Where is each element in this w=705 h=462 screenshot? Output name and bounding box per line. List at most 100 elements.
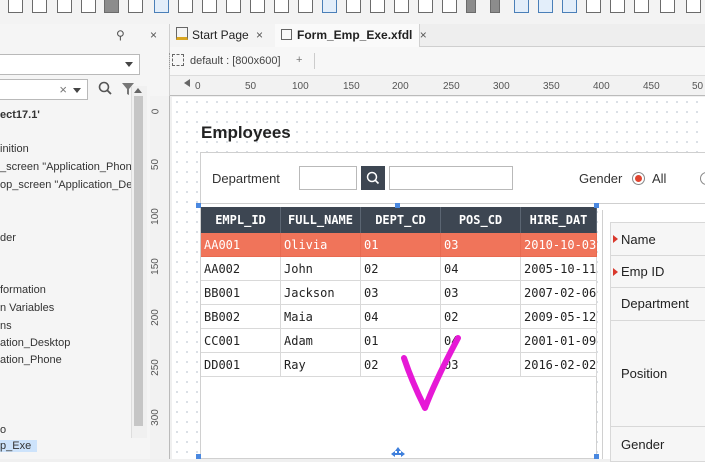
toolbar-icon-24[interactable] xyxy=(562,0,577,13)
toolbar-icon-5[interactable] xyxy=(104,0,119,13)
tree-item[interactable]: ation_Phone xyxy=(0,354,62,366)
grid-cell[interactable]: Adam xyxy=(281,329,361,353)
grid-cell[interactable]: 04 xyxy=(361,305,441,329)
grid-cell[interactable]: Olivia xyxy=(281,233,361,257)
detail-row-position[interactable]: Position xyxy=(610,321,705,427)
toolbar-icon-15[interactable] xyxy=(346,0,361,13)
grid-cell[interactable]: 2007-02-06 xyxy=(521,281,597,305)
tree-scrollbar-thumb[interactable] xyxy=(134,96,143,426)
list-tool-icon[interactable] xyxy=(226,0,241,13)
tree-item[interactable]: op_screen "Application_Des xyxy=(0,179,138,191)
checkbox-tool-icon[interactable] xyxy=(202,0,217,13)
project-dropdown[interactable] xyxy=(0,54,140,75)
toolbar-icon-23[interactable] xyxy=(538,0,553,13)
grid-cell[interactable]: 03 xyxy=(441,281,521,305)
move-handle-icon[interactable] xyxy=(391,447,405,459)
toolbar-icon-18[interactable] xyxy=(418,0,433,13)
resize-handle[interactable] xyxy=(594,203,599,208)
resize-handle[interactable] xyxy=(395,203,400,208)
toolbar-icon-20[interactable] xyxy=(466,0,476,13)
grid-cell[interactable]: BB002 xyxy=(201,305,281,329)
gender-all-radio[interactable] xyxy=(632,172,645,185)
search-panel[interactable]: Department Gender All xyxy=(200,152,705,204)
add-screen-button[interactable]: + xyxy=(296,54,302,66)
toolbar-icon-14[interactable] xyxy=(322,0,337,13)
toolbar-icon-1[interactable] xyxy=(8,0,23,13)
toolbar-icon-6[interactable] xyxy=(128,0,143,13)
detail-row-emp-id[interactable]: Emp ID xyxy=(610,256,705,288)
close-tab-icon[interactable]: × xyxy=(420,28,427,42)
toolbar-icon-12[interactable] xyxy=(274,0,289,13)
department-search-button[interactable] xyxy=(361,166,385,190)
toolbar-icon-8[interactable] xyxy=(178,0,193,13)
grid-tool-icon[interactable] xyxy=(250,0,265,13)
toolbar-icon-26[interactable] xyxy=(610,0,625,13)
search-icon[interactable] xyxy=(98,81,112,97)
grid-cell[interactable]: 01 xyxy=(361,233,441,257)
close-panel-icon[interactable]: × xyxy=(150,28,157,42)
grid-cell[interactable]: AA002 xyxy=(201,257,281,281)
screen-size-label[interactable]: default : [800x600] xyxy=(190,55,281,67)
toolbar-icon-2[interactable] xyxy=(32,0,47,13)
grid-cell[interactable]: 2016-02-02 xyxy=(521,353,597,377)
grid-cell[interactable]: BB001 xyxy=(201,281,281,305)
grid-cell[interactable]: John xyxy=(281,257,361,281)
grid-cell[interactable]: 02 xyxy=(361,257,441,281)
clear-icon[interactable]: × xyxy=(59,82,67,97)
grid-cell[interactable]: 03 xyxy=(441,233,521,257)
tree-item[interactable]: formation xyxy=(0,284,46,296)
toolbar-icon-21[interactable] xyxy=(490,0,500,13)
detail-row-name[interactable]: Name xyxy=(610,222,705,256)
grid-cell[interactable]: 2010-10-03 xyxy=(521,233,597,257)
column-header-hire-date[interactable]: HIRE_DAT xyxy=(521,207,597,233)
tab-start-page[interactable]: Start Page × xyxy=(170,24,275,47)
toolbar-icon-27[interactable] xyxy=(634,0,649,13)
grid-cell[interactable]: DD001 xyxy=(201,353,281,377)
calendar-tool-icon[interactable] xyxy=(394,0,409,13)
tree-item-selected[interactable]: p_Exe xyxy=(0,440,38,452)
toolbar-icon-7[interactable] xyxy=(154,0,169,13)
tab-form-emp-exe[interactable]: Form_Emp_Exe.xfdl × xyxy=(275,24,427,47)
toolbar-icon-16[interactable] xyxy=(370,0,385,13)
gender-radio[interactable] xyxy=(700,172,705,185)
tree-project-root[interactable]: ect17.1' xyxy=(0,109,40,121)
department-code-input[interactable] xyxy=(299,166,357,190)
grid-cell[interactable]: Jackson xyxy=(281,281,361,305)
toolbar-icon-13[interactable] xyxy=(298,0,313,13)
grid-cell[interactable]: 03 xyxy=(361,281,441,305)
toolbar-icon-22[interactable] xyxy=(514,0,529,13)
tree-item[interactable]: o xyxy=(0,424,6,436)
grid-cell[interactable]: Ray xyxy=(281,353,361,377)
toolbar-icon-4[interactable] xyxy=(81,0,96,13)
detail-row-gender[interactable]: Gender xyxy=(610,427,705,462)
grid-cell[interactable]: 2001-01-09 xyxy=(521,329,597,353)
resize-handle[interactable] xyxy=(196,203,201,208)
toolbar-icon-29[interactable] xyxy=(686,0,701,13)
detail-row-department[interactable]: Department xyxy=(610,288,705,321)
tree-item[interactable]: inition xyxy=(0,143,29,155)
grid-cell[interactable]: 04 xyxy=(441,257,521,281)
column-header-empl-id[interactable]: EMPL_ID xyxy=(201,207,281,233)
grid-cell[interactable]: 2009-05-12 xyxy=(521,305,597,329)
column-header-pos-cd[interactable]: POS_CD xyxy=(441,207,521,233)
tree-item[interactable]: ation_Desktop xyxy=(0,337,70,349)
grid-cell[interactable]: 2005-10-11 xyxy=(521,257,597,281)
grid-cell[interactable]: Maia xyxy=(281,305,361,329)
grid-cell[interactable]: 02 xyxy=(441,305,521,329)
scroll-up-icon[interactable] xyxy=(134,88,142,93)
tree-item[interactable]: n Variables xyxy=(0,302,54,314)
department-name-input[interactable] xyxy=(389,166,513,190)
resize-handle[interactable] xyxy=(594,454,599,459)
search-input[interactable]: × xyxy=(0,79,88,100)
pin-icon[interactable]: ⚲ xyxy=(116,28,125,42)
tree-item[interactable]: _screen "Application_Phone xyxy=(0,161,138,173)
column-header-dept-cd[interactable]: DEPT_CD xyxy=(361,207,441,233)
toolbar-icon-28[interactable] xyxy=(660,0,675,13)
tree-item[interactable]: ns xyxy=(0,320,12,332)
resize-handle[interactable] xyxy=(196,454,201,459)
close-tab-icon[interactable]: × xyxy=(256,28,263,42)
toolbar-icon-3[interactable] xyxy=(57,0,72,13)
toolbar-icon-19[interactable] xyxy=(442,0,457,13)
toolbar-icon-25[interactable] xyxy=(586,0,601,13)
grid-cell[interactable]: CC001 xyxy=(201,329,281,353)
